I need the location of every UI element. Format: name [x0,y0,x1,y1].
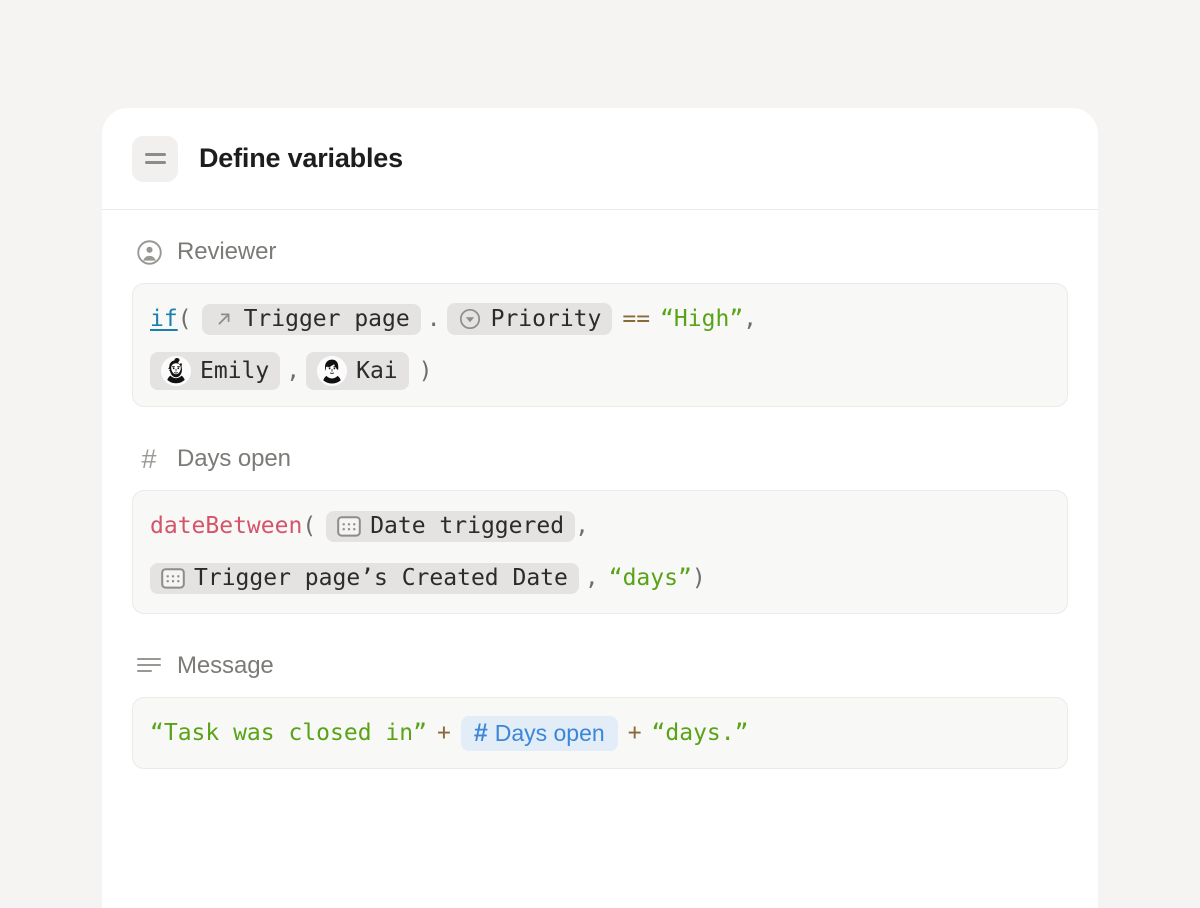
select-circle-caret-icon [458,307,482,331]
token-string-days: “days” [609,567,692,590]
chip-label: Emily [200,360,269,383]
token-comma: , [575,515,589,538]
token-open-paren: ( [178,308,192,331]
chip-priority[interactable]: Priority [447,303,613,335]
chip-label: Trigger page [244,308,410,331]
text-lines-glyph [137,657,161,675]
field-reviewer: Reviewer if( Trigger page [132,238,1068,407]
token-string-high: “High” [660,308,743,331]
calendar-icon [161,567,185,589]
hash-glyph: # [141,446,156,473]
formula-reviewer[interactable]: if( Trigger page . [132,283,1068,407]
avatar-emily [161,356,191,386]
field-label-message: Message [177,652,274,680]
formula-days-open[interactable]: dateBetween( [132,490,1068,614]
formula-line: Emily , [150,350,1050,392]
token-string-task-was-closed-in: “Task was closed in” [150,722,427,745]
chip-label: Date triggered [370,515,564,538]
token-close-paren: ) [419,360,433,383]
token-comma: , [286,360,300,383]
token-open-paren: ( [302,515,316,538]
field-message: Message “Task was closed in” + # Days op… [132,652,1068,769]
formula-line: if( Trigger page . [150,298,1050,340]
equals-icon-bars [145,153,166,164]
token-operator-plus: + [437,722,451,745]
token-string-days-dot: “days.” [652,722,749,745]
chip-label: Kai [356,360,398,383]
token-operator-eq: == [622,308,650,331]
chip-label: Days open [495,722,605,745]
hash-icon: # [135,445,163,473]
token-comma: , [743,308,757,331]
token-operator-plus: + [628,722,642,745]
chip-trigger-page-created-date[interactable]: Trigger page’s Created Date [150,563,579,594]
equals-icon [132,136,178,182]
token-function-datebetween: dateBetween [150,515,302,538]
token-dot: . [427,308,441,331]
chip-person-emily[interactable]: Emily [150,352,280,390]
field-message-label-row: Message [132,652,1068,680]
calendar-icon [337,515,361,537]
field-reviewer-label-row: Reviewer [132,238,1068,266]
card-header: Define variables [102,108,1098,210]
formula-message[interactable]: “Task was closed in” + # Days open + “da… [132,697,1068,769]
hash-icon: # [474,721,488,746]
chip-person-kai[interactable]: Kai [306,352,409,390]
person-circle-icon [135,238,163,266]
token-comma: , [585,567,599,590]
chip-trigger-page[interactable]: Trigger page [202,304,421,335]
chip-label: Priority [491,308,602,331]
formula-line: dateBetween( [150,505,1050,547]
screen: Define variables Reviewer [0,0,1200,900]
chip-date-triggered[interactable]: Date triggered [326,511,575,542]
chip-label: Trigger page’s Created Date [194,567,568,590]
avatar-kai [317,356,347,386]
define-variables-card: Define variables Reviewer [102,108,1098,908]
chip-days-open[interactable]: # Days open [461,716,618,751]
arrow-up-right-icon [213,308,235,330]
formula-line: Trigger page’s Created Date , “days”) [150,557,1050,599]
text-lines-icon [135,652,163,680]
field-days-open: # Days open dateBetween( [132,445,1068,614]
token-function-if: if [150,308,178,331]
field-label-reviewer: Reviewer [177,238,276,266]
field-days-open-label-row: # Days open [132,445,1068,473]
field-label-days-open: Days open [177,445,291,473]
token-close-paren: ) [692,567,706,590]
card-body: Reviewer if( Trigger page [102,210,1098,769]
formula-line: “Task was closed in” + # Days open + “da… [150,712,1050,754]
page-title: Define variables [199,143,403,174]
